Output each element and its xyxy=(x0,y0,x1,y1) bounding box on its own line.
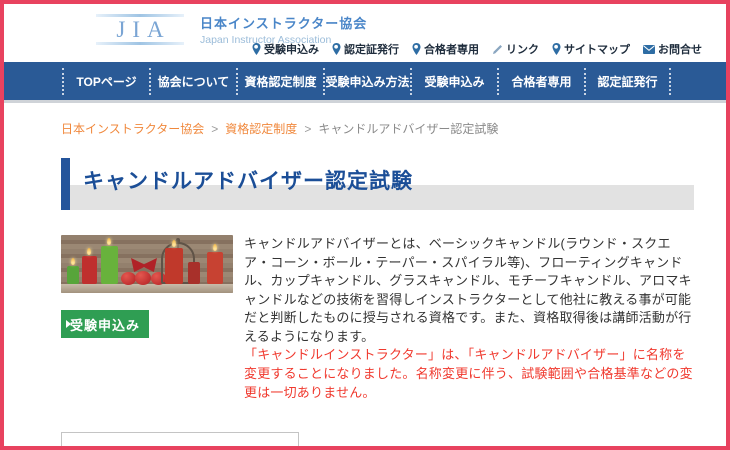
logo-acronym: JIA xyxy=(116,17,171,42)
breadcrumb-current: キャンドルアドバイザー認定試験 xyxy=(318,122,499,136)
page-title-block: キャンドルアドバイザー認定試験 xyxy=(61,158,694,210)
candle-flame xyxy=(71,258,75,265)
apple xyxy=(121,272,136,285)
candle-flame xyxy=(107,238,111,245)
arrow-right-icon xyxy=(66,320,71,328)
utility-link-sitemap[interactable]: サイトマップ xyxy=(552,41,630,57)
candle-flame xyxy=(172,240,176,247)
breadcrumb: 日本インストラクター協会 > 資格認定制度 > キャンドルアドバイザー認定試験 xyxy=(61,120,726,137)
utility-link-members[interactable]: 合格者専用 xyxy=(412,41,479,57)
table-surface xyxy=(61,284,233,293)
candle-flame xyxy=(87,248,91,255)
breadcrumb-home[interactable]: 日本インストラクター協会 xyxy=(61,120,204,137)
brand-name-jp: 日本インストラクター協会 xyxy=(200,16,368,31)
logo-line-bottom xyxy=(96,42,184,45)
toc-box: 目次 [非表示] キャンドル資格検定試験概要 キャンドルアドバイザー認定試験 xyxy=(61,432,299,446)
toc-header: 目次 [非表示] xyxy=(66,444,298,446)
title-accent-bar xyxy=(61,158,70,210)
pin-icon xyxy=(332,43,341,55)
utility-link-exam-apply[interactable]: 受験申込み xyxy=(252,41,319,57)
nav-item-cert-issue[interactable]: 認定証発行 xyxy=(584,67,671,95)
breadcrumb-separator: > xyxy=(304,121,312,136)
pin-icon xyxy=(412,43,421,55)
utility-link-cert-issue[interactable]: 認定証発行 xyxy=(332,41,399,57)
nav-item-top[interactable]: TOPページ xyxy=(62,67,149,95)
intro-left-column: 受験申込み xyxy=(61,235,233,402)
red-candle-right xyxy=(207,252,223,284)
intro-section: 受験申込み キャンドルアドバイザーとは、ベーシックキャンドル(ラウンド・スクエア… xyxy=(61,235,696,402)
breadcrumb-separator: > xyxy=(211,121,219,136)
pin-icon xyxy=(552,43,561,55)
page: JIA 日本インストラクター協会 Japan Instructor Associ… xyxy=(0,0,730,450)
clip-icon xyxy=(492,44,503,55)
nav-item-how-to-apply[interactable]: 受験申込み方法 xyxy=(323,67,410,95)
intro-text-column: キャンドルアドバイザーとは、ベーシックキャンドル(ラウンド・スクエア・コーン・ボ… xyxy=(244,235,696,402)
site-header: JIA 日本インストラクター協会 Japan Instructor Associ… xyxy=(4,4,726,62)
red-candle-left xyxy=(82,256,97,284)
description-text: キャンドルアドバイザーとは、ベーシックキャンドル(ラウンド・スクエア・コーン・ボ… xyxy=(244,236,692,344)
breadcrumb-certification[interactable]: 資格認定制度 xyxy=(225,120,297,137)
red-candle-small xyxy=(188,262,200,284)
apple xyxy=(135,271,151,285)
utility-link-links[interactable]: リンク xyxy=(492,41,539,57)
logo-mark: JIA xyxy=(94,14,186,45)
red-pillar-candle xyxy=(165,248,183,284)
utility-nav: 受験申込み 認定証発行 合格者専用 リンク サイトマップ お問合せ xyxy=(252,41,702,57)
main-nav: TOPページ 協会について 資格認定制度 受験申込み方法 受験申込み 合格者専用… xyxy=(4,62,726,103)
page-title: キャンドルアドバイザー認定試験 xyxy=(83,170,413,193)
candle-flame xyxy=(213,244,217,251)
nav-item-about[interactable]: 協会について xyxy=(149,67,236,95)
pin-icon xyxy=(252,43,261,55)
apply-button[interactable]: 受験申込み xyxy=(61,310,149,338)
green-candle-tall xyxy=(101,246,118,284)
mail-icon xyxy=(643,44,655,54)
nav-item-members[interactable]: 合格者専用 xyxy=(497,67,584,95)
green-candle-small xyxy=(67,266,79,284)
red-bow xyxy=(131,258,157,272)
candle-photo xyxy=(61,235,233,293)
nav-item-apply[interactable]: 受験申込み xyxy=(410,67,497,95)
utility-link-contact[interactable]: お問合せ xyxy=(643,41,702,57)
nav-item-certification[interactable]: 資格認定制度 xyxy=(236,67,323,95)
notice-text: 「キャンドルインストラクター」は、「キャンドルアドバイザー」に名称を変更すること… xyxy=(244,347,693,400)
